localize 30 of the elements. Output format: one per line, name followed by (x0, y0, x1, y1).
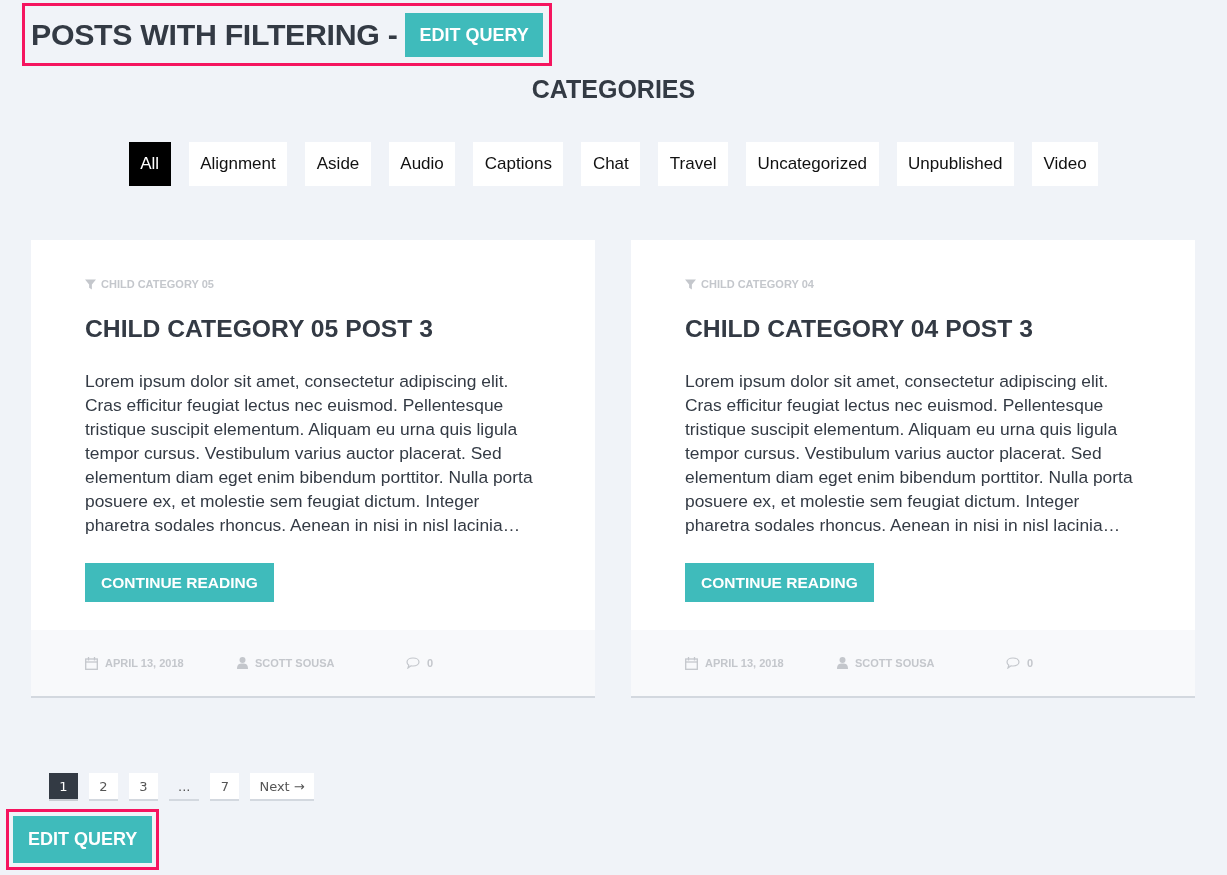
category-filter[interactable]: Audio (388, 142, 456, 186)
category-filter[interactable]: Video (1032, 142, 1099, 186)
post-title[interactable]: CHILD CATEGORY 04 POST 3 (685, 313, 1141, 345)
comment-icon (406, 657, 420, 669)
next-page-link[interactable]: Next → (250, 773, 314, 801)
categories-heading: CATEGORIES (530, 74, 697, 104)
page-title: POSTS WITH FILTERING - (31, 17, 398, 53)
calendar-icon (85, 656, 98, 670)
page-link[interactable]: 7 (210, 773, 240, 801)
page-link[interactable]: 3 (129, 773, 158, 801)
user-icon (837, 657, 848, 669)
filter-icon (85, 278, 96, 290)
category-filter[interactable]: Captions (473, 142, 564, 186)
page-link[interactable]: 2 (89, 773, 118, 801)
category-filter[interactable]: All (128, 142, 171, 186)
page-link[interactable]: 1 (49, 773, 78, 801)
category-filter[interactable]: Unpublished (896, 142, 1015, 186)
post-title[interactable]: CHILD CATEGORY 05 POST 3 (85, 313, 541, 345)
user-icon (237, 657, 248, 669)
category-filter[interactable]: Uncategorized (745, 142, 879, 186)
post-excerpt: Lorem ipsum dolor sit amet, consectetur adipiscing elit. Cras efficitur feugiat lectus nec euismod. Pellentesque tristique suscipit elementum. Aliquam eu urna quis ligula tempor cursus. Vestibulum varius auctor placerat. Sed elementum diam eget enim bibendum porttitor. Nulla porta posuere ex, et molestie sem feugiat dictum. Integer pharetra sodales rhoncus. Aenean in nisi in nisl lacinia… (85, 370, 534, 537)
post-excerpt: Lorem ipsum dolor sit amet, consectetur adipiscing elit. Cras efficitur feugiat lectus nec euismod. Pellentesque tristique suscipit elementum. Aliquam eu urna quis ligula tempor cursus. Vestibulum varius auctor placerat. Sed elementum diam eget enim bibendum porttitor. Nulla porta posuere ex, et molestie sem feugiat dictum. Integer pharetra sodales rhoncus. Aenean in nisi in nisl lacinia… (685, 370, 1134, 537)
category-filter[interactable]: Alignment (188, 142, 288, 186)
comment-icon (1006, 657, 1020, 669)
filter-icon (685, 278, 696, 290)
pagination-ellipsis: ... (169, 773, 200, 801)
calendar-icon (685, 656, 698, 670)
category-filter[interactable]: Aside (305, 142, 371, 186)
category-filter[interactable]: Chat (581, 142, 641, 186)
category-filter[interactable]: Travel (658, 142, 728, 186)
